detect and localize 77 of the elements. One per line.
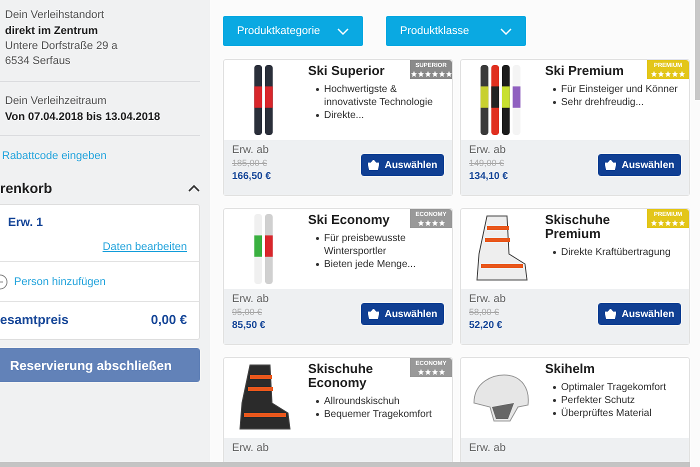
bullet-icon [553, 412, 556, 415]
location-address: Untere Dorfstraße 29 a [5, 39, 118, 54]
select-button[interactable]: Auswählen [598, 303, 681, 325]
basket-icon [604, 160, 616, 170]
feature-text: Überprüftes Material [561, 407, 653, 420]
skis-drawing [253, 214, 275, 284]
chevron-down-icon [337, 28, 349, 34]
product-title: Skischuhe Economy [308, 362, 374, 390]
period-label: Dein Verleihzeitraum [5, 94, 108, 109]
price: 134,10 € [469, 171, 508, 182]
old-price: 58,00 € [469, 307, 500, 317]
basket-icon [368, 160, 379, 170]
product-title: Skihelm [545, 362, 596, 376]
bullet-icon [316, 263, 319, 266]
basket-icon [604, 309, 616, 319]
bullet-icon [553, 399, 556, 402]
price: 52,20 € [469, 320, 504, 331]
product-title: Skischuhe Premium [545, 213, 612, 241]
coupon-link[interactable]: Rabattcode eingeben [2, 150, 107, 162]
chevron-down-icon [500, 28, 512, 34]
filter-dropdown[interactable]: Produktkategorie [223, 16, 363, 46]
price-label: Erw. ab [232, 293, 269, 305]
location-label: Dein Verleihstandort [5, 8, 106, 23]
feature-text: Optimaler Tragekomfort [561, 381, 668, 394]
bullet-icon [316, 114, 319, 117]
cart-title: renkorb [0, 180, 52, 196]
horizontal-scrollbar[interactable] [0, 462, 690, 467]
feature-text: Perfekter Schutz [561, 394, 636, 407]
bullet-icon [553, 386, 556, 389]
price-label: Erw. ab [232, 144, 270, 156]
skis-drawing [253, 65, 275, 135]
location-address: 6534 Serfaus [5, 54, 72, 69]
bullet-icon [316, 400, 319, 403]
feature-text: Direkte... [324, 109, 366, 122]
product-title: Ski Premium [545, 64, 625, 78]
bullet-icon [553, 88, 556, 91]
feature-text: Bequemer Tragekomfort [324, 408, 433, 421]
feature-text: Hochwertigste & innovativste Technologie [324, 83, 434, 109]
price-label: Erw. ab [469, 144, 507, 156]
total-label: esamtpreis [0, 312, 69, 327]
edit-data-link[interactable]: Daten bearbeiten [102, 241, 187, 253]
price: 85,50 € [232, 320, 266, 331]
bullet-icon [316, 237, 319, 240]
old-price: 95,00 € [232, 307, 264, 317]
location-name: direkt im Zentrum [5, 24, 99, 39]
vertical-scrollbar[interactable] [695, 0, 700, 100]
select-button[interactable]: Auswählen [361, 154, 444, 176]
reservation-button[interactable]: Reservierung abschließen [0, 348, 200, 382]
skis-drawing [479, 65, 523, 135]
select-button[interactable]: Auswählen [598, 154, 681, 176]
collapse-icon[interactable] [188, 184, 200, 192]
feature-text: Allroundskischuh [324, 395, 401, 408]
bullet-icon [553, 251, 556, 254]
feature-text: Bieten jede Menge... [324, 258, 417, 271]
basket-icon [368, 309, 379, 319]
add-person-link[interactable]: Person hinzufügen [14, 276, 106, 288]
feature-text: Direkte Kraftübertragung [561, 246, 672, 259]
old-price: 149,00 € [469, 158, 506, 168]
product-title: Ski Economy [308, 213, 391, 227]
total-value: 0,00 € [150, 312, 187, 327]
select-button[interactable]: Auswählen [361, 303, 444, 325]
price-label: Erw. ab [469, 442, 506, 454]
price-label: Erw. ab [469, 293, 506, 305]
bullet-icon [316, 88, 319, 91]
product-title: Ski Superior [308, 64, 386, 78]
feature-text: Für Einsteiger und Könner [561, 83, 679, 96]
bullet-icon [553, 101, 556, 104]
feature-text: Sehr drehfreudig... [561, 96, 645, 109]
add-circle-icon[interactable] [0, 274, 8, 290]
person-label: Erw. 1 [8, 215, 44, 229]
price-label: Erw. ab [232, 442, 269, 454]
bullet-icon [316, 413, 319, 416]
period-value: Von 07.04.2018 bis 13.04.2018 [5, 110, 162, 125]
feature-text: Für preisbewusste Wintersportler [324, 232, 407, 258]
filter-dropdown[interactable]: Produktklasse [386, 16, 526, 46]
old-price: 185,00 € [232, 158, 268, 168]
price: 166,50 € [232, 171, 271, 182]
